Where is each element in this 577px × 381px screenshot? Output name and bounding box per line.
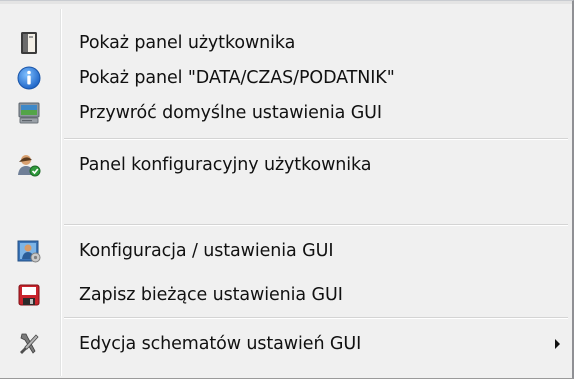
menu-item-gui-configuration[interactable]: Konfiguracja / ustawienia GUI <box>2 234 570 268</box>
menu-separator <box>64 224 568 226</box>
user-config-icon <box>16 152 42 178</box>
menu-item-show-date-time-taxpayer-panel[interactable]: Pokaż panel "DATA/CZAS/PODATNIK" <box>2 61 570 95</box>
menu-item-user-config-panel[interactable]: Panel konfiguracyjny użytkownika <box>2 148 570 182</box>
menu-top-edge <box>0 1 572 4</box>
menu-item-show-user-panel[interactable]: Pokaż panel użytkownika <box>2 26 570 60</box>
menu-item-restore-default-gui[interactable]: Przywróć domyślne ustawienia GUI <box>2 96 570 130</box>
menu-item-label: Zapisz bieżące ustawienia GUI <box>79 285 343 305</box>
submenu-arrow-icon <box>555 339 560 349</box>
info-icon <box>16 65 42 91</box>
gui-settings-icon <box>16 238 42 264</box>
monitor-restore-icon <box>16 100 42 126</box>
menu-item-label: Pokaż panel użytkownika <box>79 33 296 53</box>
menu-separator <box>64 317 568 319</box>
menu-item-label: Edycja schematów ustawień GUI <box>79 334 362 354</box>
menu-item-label: Panel konfiguracyjny użytkownika <box>79 155 372 175</box>
menu-item-save-current-gui-settings[interactable]: Zapisz bieżące ustawienia GUI <box>2 278 570 312</box>
tools-icon <box>16 331 42 357</box>
menu-item-label: Przywróć domyślne ustawienia GUI <box>79 103 382 123</box>
save-icon <box>16 282 42 308</box>
menu-separator <box>64 138 568 140</box>
menu-item-label: Pokaż panel "DATA/CZAS/PODATNIK" <box>79 68 395 88</box>
user-panel-icon <box>16 30 42 56</box>
menu-item-label: Konfiguracja / ustawienia GUI <box>79 241 334 261</box>
menu-item-edit-gui-setting-schemes[interactable]: Edycja schematów ustawień GUI <box>2 327 570 361</box>
context-menu: Pokaż panel użytkownika Pokaż panel "DAT… <box>0 0 574 379</box>
